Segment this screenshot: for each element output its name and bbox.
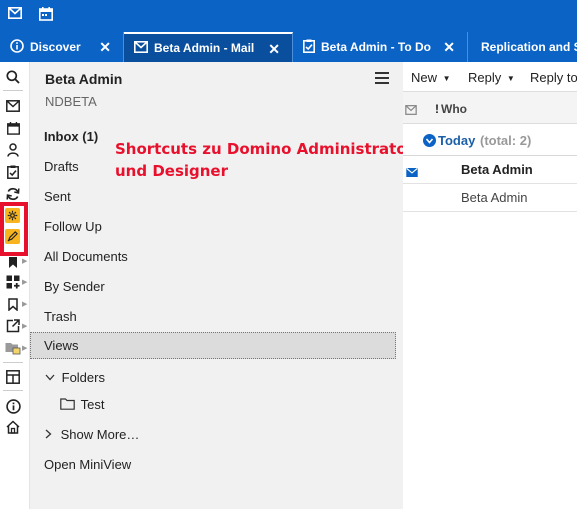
folder-sent[interactable]: Sent — [44, 189, 71, 204]
todo-icon — [303, 39, 315, 56]
server-name: NDBETA — [45, 94, 97, 109]
close-icon[interactable]: ✕ — [268, 41, 280, 58]
table-row[interactable]: Beta Admin — [403, 156, 577, 184]
mail-icon[interactable] — [405, 103, 417, 118]
folders-label: Folders — [61, 370, 105, 385]
tab-mail[interactable]: Beta Admin - Mail ✕ — [124, 32, 293, 62]
menu-icon[interactable] — [375, 72, 389, 84]
sender-name: Beta Admin — [461, 162, 533, 177]
close-icon[interactable]: ✕ — [443, 39, 455, 56]
caret-down-icon: ▼ — [442, 74, 451, 83]
divider — [3, 362, 23, 363]
expand-arrow-icon[interactable]: ▶ — [22, 322, 27, 330]
workspace-icon[interactable] — [4, 339, 22, 357]
mail-icon[interactable] — [8, 7, 22, 22]
tab-todo[interactable]: Beta Admin - To Do ✕ — [293, 32, 468, 62]
folders-section[interactable]: Folders — [45, 369, 105, 385]
bookmarks-icon[interactable] — [4, 295, 22, 313]
expand-arrow-icon[interactable]: ▶ — [22, 257, 27, 265]
reply-button[interactable]: Reply ▼ — [468, 70, 515, 85]
group-label: Today — [438, 133, 476, 148]
tab-discover[interactable]: Discover ✕ — [0, 32, 124, 62]
views-item[interactable]: Views — [30, 332, 396, 359]
folder-inbox[interactable]: Inbox (1) — [44, 129, 98, 144]
annotation-text: Shortcuts zu Domino Administrator und De… — [115, 138, 415, 182]
info-icon — [10, 38, 24, 56]
home-icon[interactable] — [4, 418, 22, 436]
highlight-box — [0, 202, 28, 256]
bookmark-icon[interactable] — [4, 253, 22, 271]
apps-icon[interactable] — [4, 273, 22, 291]
chevron-down-icon — [45, 369, 55, 384]
tab-label: Replication and S — [481, 40, 577, 54]
sidebar: ▶ ▶ ▶ ▶ ▶ — [0, 62, 30, 509]
search-icon[interactable] — [4, 68, 22, 86]
annotation-line: und Designer — [115, 162, 228, 180]
group-count: (total: 2) — [480, 133, 532, 148]
sender-name: Beta Admin — [461, 190, 528, 205]
tab-bar: Discover ✕ Beta Admin - Mail ✕ Beta Admi… — [0, 32, 577, 62]
folder-drafts[interactable]: Drafts — [44, 159, 79, 174]
new-label: New — [411, 70, 438, 85]
collapse-icon[interactable] — [423, 134, 436, 150]
group-header-today[interactable]: Today (total: 2) — [403, 124, 577, 156]
expand-arrow-icon[interactable]: ▶ — [22, 278, 27, 286]
folder-trash[interactable]: Trash — [44, 309, 77, 324]
open-miniview[interactable]: Open MiniView — [44, 457, 131, 472]
expand-arrow-icon[interactable]: ▶ — [22, 344, 27, 352]
folder-follow-up[interactable]: Follow Up — [44, 219, 102, 234]
annotation-line: Shortcuts zu Domino Administrator — [115, 140, 415, 158]
unread-mail-icon — [406, 165, 418, 180]
mail-navigation-panel: Beta Admin NDBETA Inbox (1) Drafts Sent … — [30, 62, 403, 509]
reply-label: Reply — [468, 70, 502, 85]
mail-icon — [134, 40, 148, 56]
reply-to-all-button[interactable]: Reply to — [530, 70, 577, 85]
sync-icon[interactable] — [4, 185, 22, 203]
calendar-icon[interactable] — [39, 7, 53, 24]
new-button[interactable]: New ▼ — [411, 70, 451, 85]
column-header: ! Who — [403, 92, 577, 124]
divider — [3, 390, 23, 391]
folder-all-documents[interactable]: All Documents — [44, 249, 128, 264]
tab-label: Beta Admin - To Do — [321, 40, 431, 54]
message-list-panel: New ▼ Reply ▼ Reply to ! Who Today (tota… — [403, 62, 577, 509]
layout-icon[interactable] — [4, 368, 22, 386]
show-more[interactable]: Show More… — [45, 427, 139, 442]
info-icon[interactable] — [4, 397, 22, 415]
mail-icon[interactable] — [4, 97, 22, 115]
toolbar: New ▼ Reply ▼ Reply to — [403, 62, 577, 92]
tab-label: Beta Admin - Mail — [154, 41, 255, 55]
folder-by-sender[interactable]: By Sender — [44, 279, 105, 294]
importance-column[interactable]: ! — [435, 102, 439, 116]
folder-icon — [60, 398, 75, 413]
expand-arrow-icon[interactable]: ▶ — [22, 300, 27, 308]
tab-replication[interactable]: Replication and S — [468, 32, 577, 62]
chevron-right-icon — [45, 427, 52, 442]
contacts-icon[interactable] — [4, 141, 22, 159]
show-more-label: Show More… — [60, 427, 140, 442]
top-bar — [0, 0, 577, 32]
close-icon[interactable]: ✕ — [99, 39, 111, 56]
who-column[interactable]: Who — [441, 102, 467, 116]
caret-down-icon: ▼ — [506, 74, 515, 83]
folder-test[interactable]: Test — [60, 397, 104, 413]
folder-test-label: Test — [80, 397, 105, 412]
mailbox-title: Beta Admin — [45, 71, 123, 87]
open-external-icon[interactable] — [4, 317, 22, 335]
table-row[interactable]: Beta Admin — [403, 184, 577, 212]
calendar-icon[interactable] — [4, 119, 22, 137]
divider — [3, 90, 23, 91]
tab-label: Discover — [30, 40, 81, 54]
todo-icon[interactable] — [4, 163, 22, 181]
views-label: Views — [44, 338, 79, 353]
